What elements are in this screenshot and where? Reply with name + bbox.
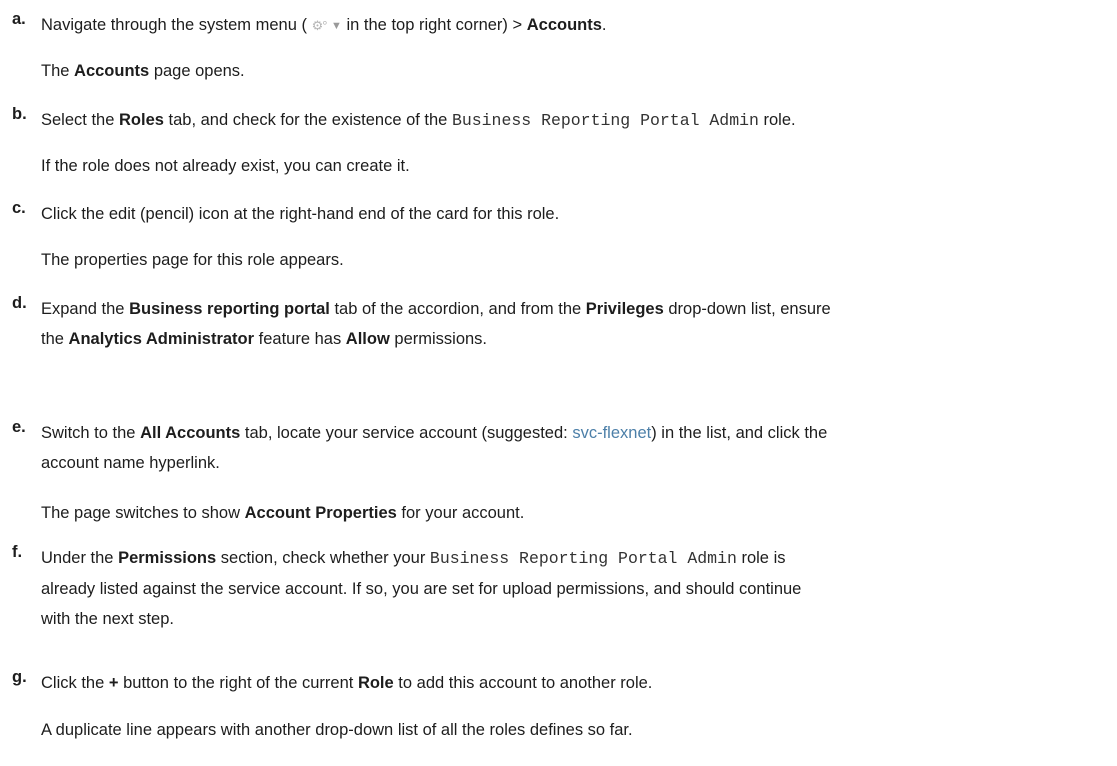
account-properties-term: Account Properties bbox=[244, 504, 397, 522]
step-label: b. bbox=[12, 105, 27, 123]
step-e: e. Switch to the All Accounts tab, locat… bbox=[0, 418, 1100, 478]
text: drop-down list, ensure bbox=[668, 300, 831, 318]
step-b-note: If the role does not already exist, you … bbox=[41, 157, 410, 175]
text: in the top right corner) > bbox=[346, 16, 523, 34]
accounts-term: Accounts bbox=[74, 62, 150, 80]
text: tab of the accordion, and from the bbox=[334, 300, 582, 318]
allow-term: Allow bbox=[345, 330, 390, 348]
permissions-term: Permissions bbox=[118, 549, 217, 567]
plus-button-term: + bbox=[108, 674, 119, 692]
roles-term: Roles bbox=[118, 111, 164, 129]
step-d: d. Expand the Business reporting portal … bbox=[0, 294, 1100, 354]
step-c-note: The properties page for this role appear… bbox=[41, 251, 344, 269]
line: Expand the Business reporting portal tab… bbox=[41, 294, 1100, 324]
step-label: e. bbox=[12, 418, 26, 436]
text: . bbox=[601, 16, 607, 34]
text: Navigate through the system menu ( bbox=[41, 16, 307, 34]
text: ) in the list, and click the bbox=[651, 424, 828, 442]
all-accounts-term: All Accounts bbox=[140, 424, 241, 442]
gear-icon: ⚙° bbox=[311, 17, 328, 33]
text: role is bbox=[741, 549, 786, 567]
line: account name hyperlink. bbox=[41, 454, 220, 472]
step-c: c. Click the edit (pencil) icon at the r… bbox=[0, 199, 1100, 229]
text: to add this account to another role. bbox=[398, 674, 653, 692]
text: page opens. bbox=[153, 62, 245, 80]
step-f: f. Under the Permissions section, check … bbox=[0, 543, 1100, 634]
svc-flexnet-link[interactable]: svc-flexnet bbox=[572, 424, 651, 442]
text: Switch to the bbox=[41, 424, 136, 442]
step-text: Click the + button to the right of the c… bbox=[41, 668, 1100, 698]
step-g: g. Click the + button to the right of th… bbox=[0, 668, 1100, 698]
step-b: b. Select the Roles tab, and check for t… bbox=[0, 105, 1100, 136]
step-e-note: The page switches to show Account Proper… bbox=[41, 501, 524, 525]
text: The page switches to show bbox=[41, 504, 241, 522]
step-text: Under the Permissions section, check whe… bbox=[41, 543, 1100, 634]
step-label: c. bbox=[12, 199, 26, 217]
text: for your account. bbox=[401, 504, 525, 522]
text: Click the bbox=[41, 674, 105, 692]
line: Under the Permissions section, check whe… bbox=[41, 543, 1100, 574]
analytics-administrator-term: Analytics Administrator bbox=[68, 330, 255, 348]
text: tab, locate your service account (sugges… bbox=[244, 424, 568, 442]
step-label: a. bbox=[12, 10, 26, 28]
step-text: Click the edit (pencil) icon at the righ… bbox=[41, 205, 560, 223]
step-text: Select the Roles tab, and check for the … bbox=[41, 105, 1100, 136]
line: the Analytics Administrator feature has … bbox=[41, 324, 1100, 354]
text: the bbox=[41, 330, 64, 348]
role-term: Role bbox=[357, 674, 394, 692]
text: Select the bbox=[41, 111, 115, 129]
text: The bbox=[41, 62, 70, 80]
instructions-document: a. Navigate through the system menu ( ⚙°… bbox=[0, 0, 1117, 766]
step-label: d. bbox=[12, 294, 27, 312]
business-reporting-portal-term: Business reporting portal bbox=[129, 300, 330, 318]
step-text: Navigate through the system menu ( ⚙° ▼ … bbox=[41, 10, 1100, 41]
line: with the next step. bbox=[41, 610, 174, 628]
step-text: Switch to the All Accounts tab, locate y… bbox=[41, 418, 1100, 478]
step-label: f. bbox=[12, 543, 23, 561]
step-a: a. Navigate through the system menu ( ⚙°… bbox=[0, 10, 1100, 41]
text: Expand the bbox=[41, 300, 125, 318]
text: role. bbox=[763, 111, 796, 129]
step-a-note: The Accounts page opens. bbox=[41, 59, 245, 83]
text: feature has bbox=[258, 330, 342, 348]
step-text: Expand the Business reporting portal tab… bbox=[41, 294, 1100, 354]
text: button to the right of the current bbox=[123, 674, 354, 692]
text: section, check whether your bbox=[220, 549, 426, 567]
text: tab, and check for the existence of the bbox=[168, 111, 448, 129]
line: already listed against the service accou… bbox=[41, 580, 802, 598]
role-name-code: Business Reporting Portal Admin bbox=[451, 111, 759, 130]
accounts-term: Accounts bbox=[526, 16, 602, 34]
text: permissions. bbox=[394, 330, 488, 348]
role-name-code: Business Reporting Portal Admin bbox=[429, 549, 737, 568]
text: Under the bbox=[41, 549, 114, 567]
privileges-term: Privileges bbox=[585, 300, 664, 318]
caret-down-icon: ▼ bbox=[331, 19, 342, 32]
step-g-note: A duplicate line appears with another dr… bbox=[41, 721, 633, 739]
step-label: g. bbox=[12, 668, 27, 686]
line: Switch to the All Accounts tab, locate y… bbox=[41, 418, 1100, 448]
